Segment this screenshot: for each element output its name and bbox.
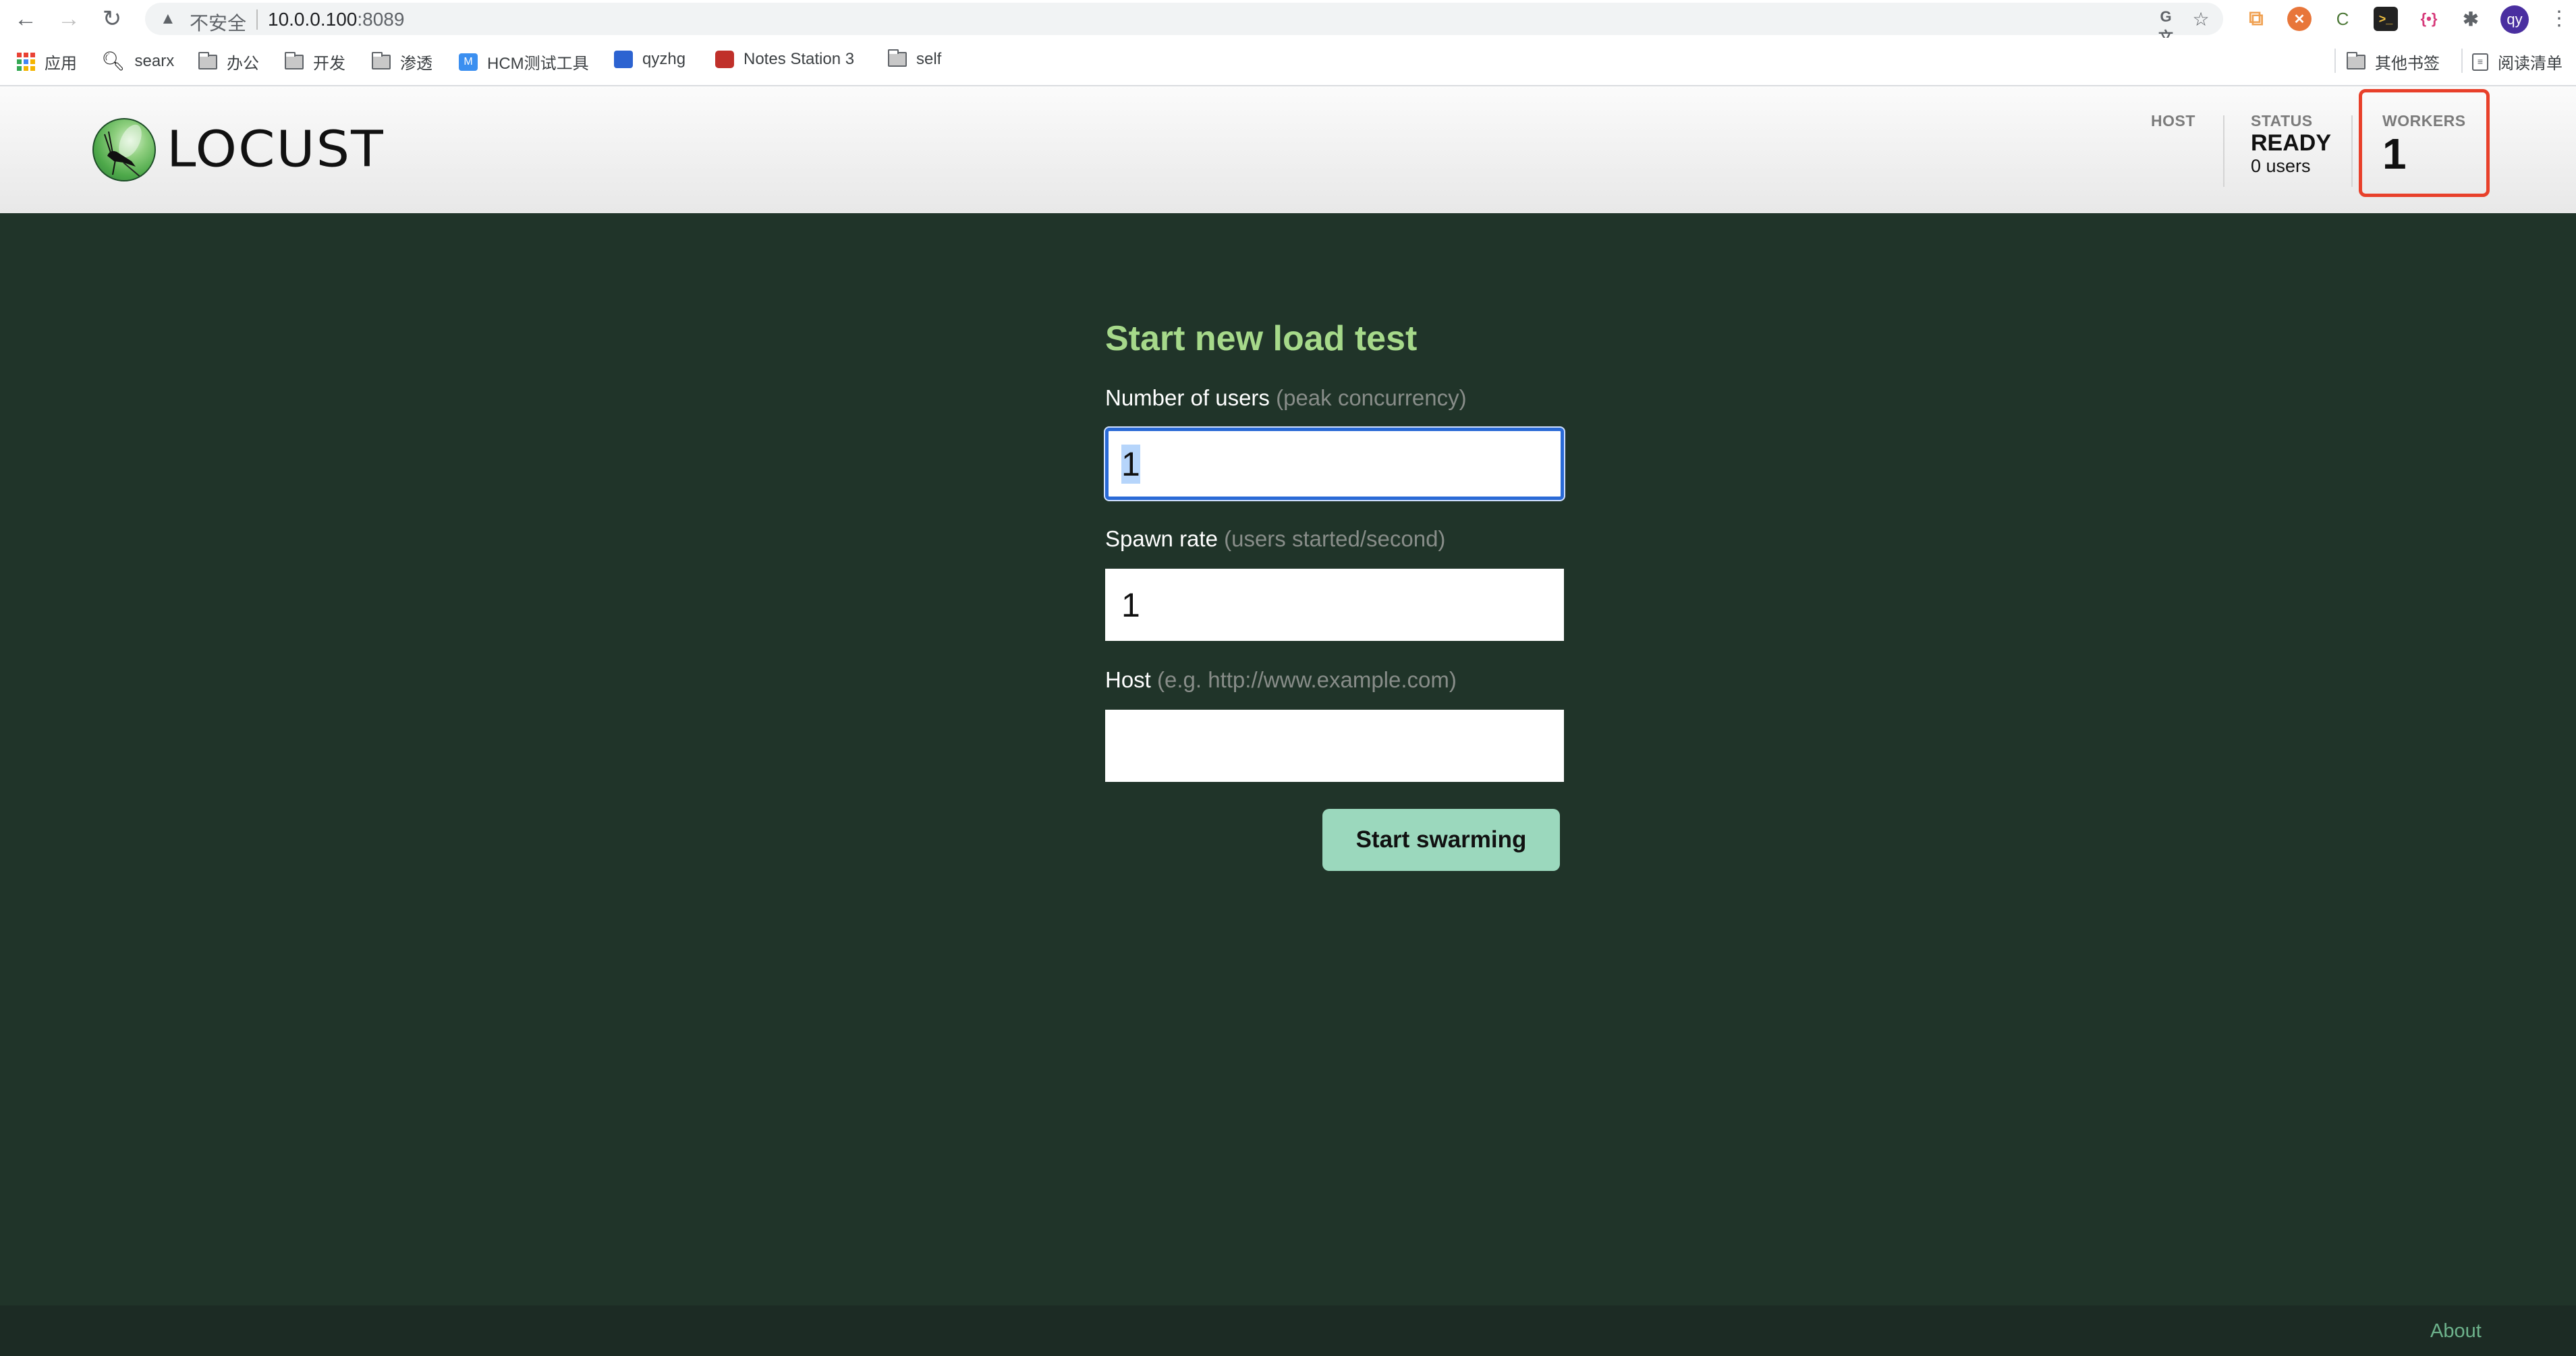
spawn-rate-label-text: Spawn rate [1105,526,1218,551]
folder-icon [198,51,217,69]
host-input[interactable] [1105,710,1564,782]
omnibox-divider [256,9,258,30]
users-label-hint: (peak concurrency) [1276,385,1467,410]
status-users: 0 users [2251,156,2311,176]
qyzhg-icon [614,51,633,68]
bookmark-notes-station[interactable]: Notes Station 3 [715,50,854,69]
form-title: Start new load test [1105,319,1418,358]
stat-divider [2223,115,2224,187]
url-text[interactable]: 10.0.0.100:8089 [268,9,404,30]
copy-extension-icon[interactable]: ⧉ [2244,7,2268,31]
host-stat: HOST [2151,112,2195,130]
bookmark-folder-pentest[interactable]: 渗透 [372,50,432,74]
reload-icon: ↻ [102,6,122,32]
orange-extension-icon[interactable]: ✕ [2287,7,2312,31]
star-icon[interactable]: ☆ [2189,8,2212,30]
locust-logo-icon [92,118,156,181]
footer: About [0,1305,2576,1356]
bookmarks-bar: 应用 🔍︎ searx 办公 开发 渗透 M HCM测试工具 qyzhg Not… [0,38,2576,86]
reload-button[interactable]: ↻ [99,5,125,32]
address-bar[interactable]: ▲ 不安全 10.0.0.100:8089 G文 ☆ [145,3,2223,46]
start-swarming-button[interactable]: Start swarming [1322,809,1560,871]
bookmarks-divider [2334,49,2336,73]
users-label-text: Number of users [1105,385,1270,410]
bookmark-folder-office[interactable]: 办公 [198,50,259,74]
locust-logo[interactable]: LOCUST [92,118,385,181]
bookmark-label: 渗透 [400,55,432,73]
status-label: STATUS [2251,112,2313,130]
bookmarks-divider [2461,49,2463,73]
locust-header: LOCUST HOST STATUS READY 0 users WORKERS… [0,86,2576,213]
arrow-right-icon: → [57,5,80,32]
start-test-form: Start new load test Number of users (pea… [1105,318,1564,876]
more-menu-icon[interactable]: ⋮ [2549,5,2569,32]
spawn-rate-label-hint: (users started/second) [1224,526,1446,551]
bookmark-label: qyzhg [642,50,686,68]
locust-logo-text: LOCUST [167,121,385,179]
reading-list[interactable]: ≡ 阅读清单 [2472,50,2563,74]
folder-icon [285,51,304,69]
stat-divider [2351,115,2353,187]
bookmark-label: self [916,50,942,68]
folder-icon [888,49,907,67]
users-label: Number of users (peak concurrency) [1105,385,1564,412]
spawn-rate-input[interactable] [1105,569,1564,641]
users-input[interactable]: 1 [1105,428,1564,500]
other-bookmarks-label: 其他书签 [2375,55,2440,73]
bookmark-label: 开发 [313,55,345,73]
status-value: READY [2251,130,2332,156]
bookmark-label: 应用 [45,55,77,73]
forward-button[interactable]: → [55,5,82,32]
bookmark-label: Notes Station 3 [744,50,855,68]
notes-icon [715,51,734,68]
workers-label: WORKERS [2382,112,2466,130]
users-input-value: 1 [1121,444,1140,484]
host-label-hint: (e.g. http://www.example.com) [1157,667,1457,692]
bookmark-searx[interactable]: 🔍︎ searx [101,50,174,72]
reading-list-label: 阅读清单 [2498,55,2563,73]
profile-avatar[interactable]: qy [2500,5,2529,34]
browser-toolbar: ← → ↻ ▲ 不安全 10.0.0.100:8089 G文 ☆ ⧉ ✕ C >… [0,0,2576,46]
bookmark-label: 办公 [227,55,259,73]
bookmark-label: searx [134,51,175,70]
main-content: Start new load test Number of users (pea… [0,213,2576,1305]
reading-list-icon: ≡ [2472,53,2488,71]
folder-icon [372,51,391,69]
host-label-text: Host [1105,667,1151,692]
folder-icon [2347,51,2365,69]
searx-icon: 🔍︎ [101,51,125,72]
submit-row: Start swarming [1105,782,1564,876]
status-stat: STATUS READY 0 users [2251,112,2331,177]
bookmark-apps[interactable]: 应用 [17,50,77,74]
security-label[interactable]: 不安全 [190,9,246,36]
terminal-extension-icon[interactable]: >_ [2374,7,2398,31]
bookmark-label: HCM测试工具 [487,55,589,73]
bookmark-qyzhg[interactable]: qyzhg [614,50,685,69]
other-bookmarks[interactable]: 其他书签 [2347,50,2440,74]
arrow-left-icon: ← [14,5,37,32]
url-host: 10.0.0.100 [268,9,358,30]
warning-icon[interactable]: ▲ [160,9,176,28]
host-label: Host (e.g. http://www.example.com) [1105,667,1564,694]
host-label: HOST [2151,112,2195,130]
puzzle-icon[interactable]: ✱ [2459,7,2483,31]
workers-value: 1 [2382,130,2407,178]
c-extension-icon[interactable]: C [2330,7,2355,31]
apps-icon [17,53,35,71]
json-extension-icon[interactable]: {•} [2417,7,2441,31]
url-port: :8089 [357,9,405,30]
back-button[interactable]: ← [12,5,39,32]
bookmark-folder-self[interactable]: self [888,49,942,69]
spawn-rate-label: Spawn rate (users started/second) [1105,526,1564,553]
bookmark-folder-dev[interactable]: 开发 [285,50,345,74]
hcm-icon: M [459,53,478,71]
workers-stat[interactable]: WORKERS 1 [2382,112,2466,176]
bookmark-hcm[interactable]: M HCM测试工具 [459,50,589,74]
about-link[interactable]: About [2430,1320,2482,1343]
